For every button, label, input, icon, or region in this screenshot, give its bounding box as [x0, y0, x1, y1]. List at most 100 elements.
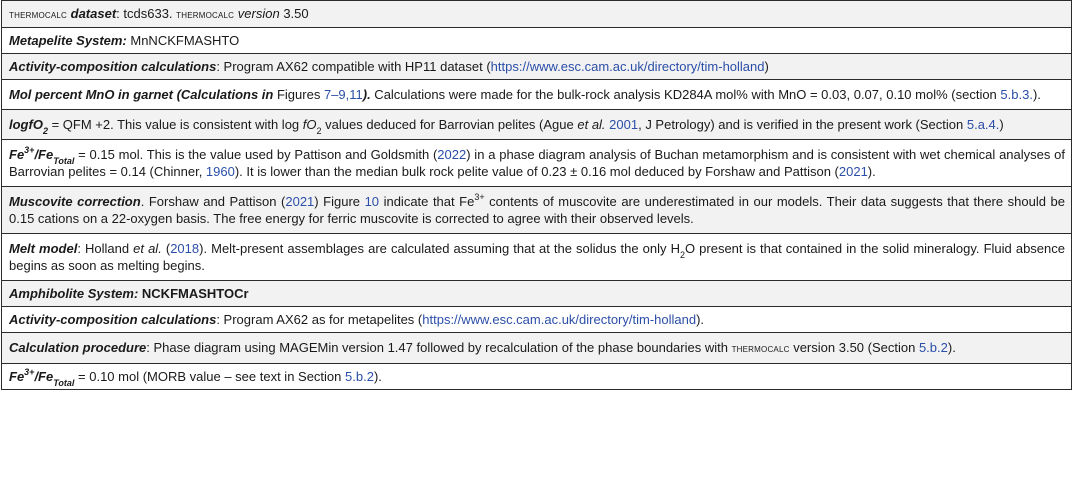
activity-composition-cell: Activity-composition calculations: Progr…	[1, 53, 1072, 80]
calculation-procedure-cell: Calculation procedure: Phase diagram usi…	[1, 332, 1072, 364]
row-value: MnNCKFMASHTO	[126, 33, 240, 48]
section-link[interactable]: 5.b.2	[919, 340, 948, 355]
row-text: )	[999, 117, 1004, 132]
row-label: logfO2	[9, 117, 48, 135]
holland-link[interactable]: https://www.esc.cam.ac.uk/directory/tim-…	[491, 59, 765, 74]
row-text: ).	[696, 312, 705, 327]
section-link[interactable]: 5.b.2	[345, 369, 374, 384]
row-text: : Holland	[77, 241, 134, 256]
row-text: ).	[947, 340, 956, 355]
row-text: : Program AX62 compatible with HP11 data…	[216, 59, 491, 74]
row-text: ) Figure	[314, 194, 365, 209]
logfo2-row: logfO2 = QFM +2. This value is consisten…	[1, 109, 1072, 140]
row-value: NCKFMASHTOCr	[138, 286, 249, 301]
fo2-sub: 2	[316, 125, 322, 136]
dataset-label: dataset	[70, 6, 117, 21]
row-text: ). Melt-present assemblages are calculat…	[199, 241, 680, 256]
program-name: thermocalc	[731, 341, 790, 355]
melt-model-row: Melt model: Holland et al. (2018). Melt-…	[1, 233, 1072, 281]
row-text: )	[764, 59, 769, 74]
metapelite-system-row: Metapelite System: MnNCKFMASHTO	[1, 27, 1072, 54]
fe3-ratio-row: Fe3+/FeTotal = 0.15 mol. This is the val…	[1, 139, 1072, 187]
row-label-sub: Total	[53, 377, 75, 388]
metapelite-system-cell: Metapelite System: MnNCKFMASHTO	[1, 27, 1072, 54]
fe-sup: 3+	[474, 191, 485, 202]
amphibolite-system-cell: Amphibolite System: NCKFMASHTOCr	[1, 280, 1072, 307]
row-label: Fe3+/FeTotal	[9, 144, 74, 165]
mno-garnet-row: Mol percent MnO in garnet (Calculations …	[1, 79, 1072, 110]
muscovite-correction-cell: Muscovite correction. Forshaw and Pattis…	[1, 186, 1072, 234]
activity-composition-amph-row: Activity-composition calculations: Progr…	[1, 306, 1072, 333]
row-label-fe: Fe	[9, 369, 25, 384]
row-text: Calculations were made for the bulk-rock…	[370, 87, 1001, 102]
dataset-row: thermocalc dataset: tcds633. thermocalc …	[1, 0, 1072, 28]
row-text: : Phase diagram using MAGEMin version 1.…	[146, 340, 732, 355]
row-label-sup: 3+	[24, 366, 35, 377]
row-label-slash-fe: /Fe	[34, 369, 54, 384]
dataset-value: : tcds633.	[116, 6, 177, 21]
fe3-morb-row: Fe3+/FeTotal = 0.10 mol (MORB value – se…	[1, 363, 1072, 390]
row-text: : Program AX62 as for metapelites (	[216, 312, 423, 327]
figures-word: Figures	[273, 87, 324, 102]
row-text: ).	[867, 164, 876, 179]
row-label-sub: Total	[53, 155, 75, 166]
holland-link[interactable]: https://www.esc.cam.ac.uk/directory/tim-…	[422, 312, 696, 327]
row-label: Activity-composition calculations	[9, 312, 217, 327]
program-name: thermocalc	[176, 7, 235, 21]
row-text: = 0.15 mol. This is the value used by Pa…	[74, 147, 438, 162]
muscovite-correction-row: Muscovite correction. Forshaw and Pattis…	[1, 186, 1072, 234]
row-label: Fe3+/FeTotal	[9, 366, 74, 387]
version-label: version	[237, 6, 280, 21]
activity-composition-row: Activity-composition calculations: Progr…	[1, 53, 1072, 80]
et-al: et al.	[133, 241, 162, 256]
calculation-procedure-row: Calculation procedure: Phase diagram usi…	[1, 332, 1072, 364]
row-text: ).	[1032, 87, 1041, 102]
row-text: , J Petrology) and is verified in the pr…	[638, 117, 967, 132]
melt-model-cell: Melt model: Holland et al. (2018). Melt-…	[1, 233, 1072, 281]
row-text: = 0.10 mol (MORB value – see text in Sec…	[74, 369, 346, 384]
mno-garnet-cell: Mol percent MnO in garnet (Calculations …	[1, 79, 1072, 110]
section-link[interactable]: 5.a.4.	[967, 117, 1000, 132]
row-text: (	[161, 241, 171, 256]
parameters-table: thermocalc dataset: tcds633. thermocalc …	[1, 0, 1072, 390]
section-link[interactable]: 5.b.3.	[1000, 87, 1033, 102]
figure-link[interactable]: 10	[365, 194, 379, 209]
row-label-sub: 2	[42, 125, 48, 136]
row-text: values deduced for Barrovian pelites (Ag…	[321, 117, 578, 132]
fe3-ratio-cell: Fe3+/FeTotal = 0.15 mol. This is the val…	[1, 139, 1072, 187]
fe3-morb-cell: Fe3+/FeTotal = 0.10 mol (MORB value – se…	[1, 363, 1072, 390]
amphibolite-system-row: Amphibolite System: NCKFMASHTOCr	[1, 280, 1072, 307]
row-text: indicate that Fe	[379, 194, 475, 209]
citation-link[interactable]: 2021	[839, 164, 868, 179]
version-value: 3.50	[279, 6, 309, 21]
row-label-end: ).	[362, 87, 371, 102]
row-label: Activity-composition calculations	[9, 59, 217, 74]
citation-link[interactable]: 2022	[437, 147, 466, 162]
row-label: Calculation procedure	[9, 340, 147, 355]
row-label: Mol percent MnO in garnet (Calculations …	[9, 87, 274, 102]
fo2-italic: fO	[302, 117, 317, 132]
h2o-sub: 2	[679, 249, 685, 260]
program-name: thermocalc	[9, 7, 68, 21]
citation-link[interactable]: 1960	[206, 164, 235, 179]
row-label-sup: 3+	[24, 144, 35, 155]
row-label-slash-fe: /Fe	[34, 147, 54, 162]
row-label: Metapelite System:	[9, 33, 127, 48]
row-text: . Forshaw and Pattison (	[140, 194, 286, 209]
dataset-cell: thermocalc dataset: tcds633. thermocalc …	[1, 0, 1072, 28]
citation-link[interactable]: 2021	[285, 194, 314, 209]
row-text: ). It is lower than the median bulk rock…	[234, 164, 839, 179]
row-text: = QFM +2. This value is consistent with …	[47, 117, 303, 132]
row-label: Muscovite correction	[9, 194, 141, 209]
figures-link[interactable]: 7–9,11	[324, 87, 363, 102]
citation-link[interactable]: 2001	[609, 117, 638, 132]
row-label: Melt model	[9, 241, 78, 256]
row-text: ).	[373, 369, 382, 384]
et-al: et al.	[577, 117, 606, 132]
row-label-text: logfO	[9, 117, 43, 132]
citation-link[interactable]: 2018	[170, 241, 199, 256]
row-label-fe: Fe	[9, 147, 25, 162]
logfo2-cell: logfO2 = QFM +2. This value is consisten…	[1, 109, 1072, 140]
row-label: Amphibolite System:	[9, 286, 139, 301]
row-text: version 3.50 (Section	[789, 340, 919, 355]
